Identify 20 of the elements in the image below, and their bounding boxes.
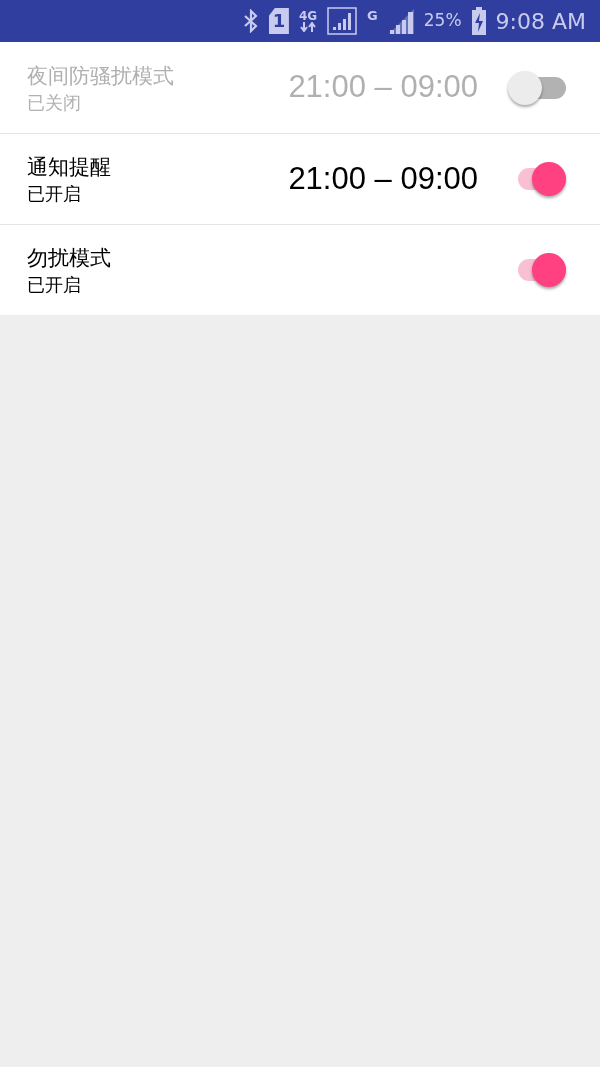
- time-range[interactable]: 21:00 – 09:00: [288, 155, 478, 203]
- setting-status: 已开启: [27, 273, 82, 297]
- setting-row[interactable]: 通知提醒 已开启 21:00 – 09:00: [0, 133, 600, 224]
- signal-icon: [387, 8, 414, 34]
- network-type-label: 4G: [298, 10, 318, 22]
- bluetooth-icon: [242, 9, 259, 33]
- sim-card-icon: 1: [268, 8, 289, 34]
- setting-status: 已关闭: [27, 90, 82, 115]
- setting-title: 夜间防骚扰模式: [27, 62, 175, 90]
- clock: 9:08 AM: [495, 7, 586, 36]
- signal-icon: [327, 7, 358, 35]
- setting-status: 已开启: [27, 182, 82, 206]
- data-arrows-icon: [300, 22, 316, 32]
- battery-charging-icon: [471, 7, 486, 35]
- battery-percentage: 25%: [423, 9, 462, 33]
- setting-title: 通知提醒: [27, 154, 112, 181]
- setting-title: 勿扰模式: [27, 245, 112, 272]
- setting-row[interactable]: 勿扰模式 已开启: [0, 224, 600, 315]
- network-type-label: G: [367, 7, 378, 25]
- toggle-switch[interactable]: [508, 69, 568, 106]
